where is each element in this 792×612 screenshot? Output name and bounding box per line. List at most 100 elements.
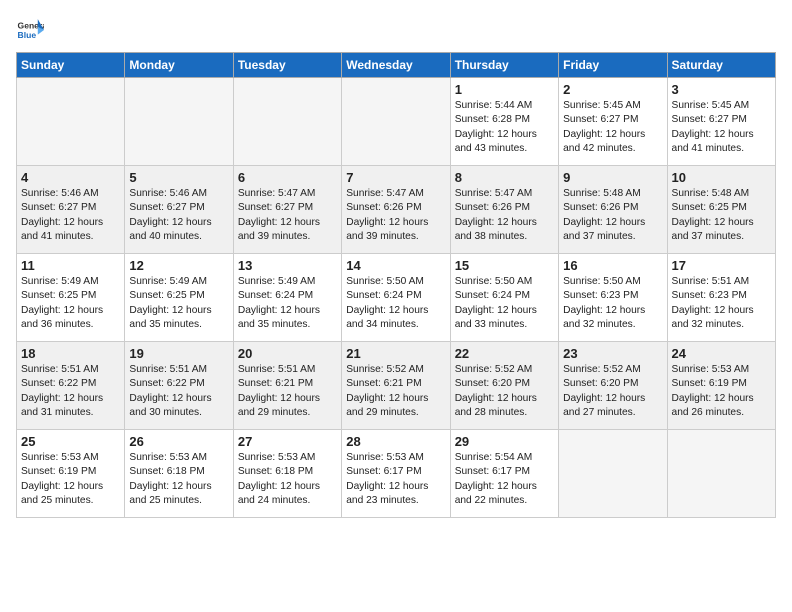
day-info-line: Sunset: 6:18 PM (238, 465, 337, 479)
header-cell-tuesday: Tuesday (233, 53, 341, 78)
day-info-line: Daylight: 12 hours (346, 304, 445, 318)
day-info-line: Sunset: 6:18 PM (129, 465, 228, 479)
day-number: 29 (455, 434, 554, 449)
day-info-line: and 28 minutes. (455, 406, 554, 420)
day-number: 3 (672, 82, 771, 97)
day-info-line: Sunset: 6:28 PM (455, 113, 554, 127)
day-number: 12 (129, 258, 228, 273)
calendar-cell (17, 78, 125, 166)
calendar-cell: 20Sunrise: 5:51 AMSunset: 6:21 PMDayligh… (233, 342, 341, 430)
day-info-line: and 35 minutes. (238, 318, 337, 332)
day-info-line: and 35 minutes. (129, 318, 228, 332)
calendar-cell: 13Sunrise: 5:49 AMSunset: 6:24 PMDayligh… (233, 254, 341, 342)
day-info-line: Sunrise: 5:53 AM (672, 363, 771, 377)
day-info-line: Sunrise: 5:54 AM (455, 451, 554, 465)
day-info-line: and 24 minutes. (238, 494, 337, 508)
day-info-line: Sunset: 6:27 PM (238, 201, 337, 215)
day-number: 7 (346, 170, 445, 185)
day-info-line: Daylight: 12 hours (129, 216, 228, 230)
day-info-line: Sunrise: 5:49 AM (129, 275, 228, 289)
calendar-cell: 14Sunrise: 5:50 AMSunset: 6:24 PMDayligh… (342, 254, 450, 342)
day-info-line: Daylight: 12 hours (238, 216, 337, 230)
day-info-line: Sunrise: 5:50 AM (455, 275, 554, 289)
calendar-cell: 16Sunrise: 5:50 AMSunset: 6:23 PMDayligh… (559, 254, 667, 342)
calendar-cell: 18Sunrise: 5:51 AMSunset: 6:22 PMDayligh… (17, 342, 125, 430)
day-number: 28 (346, 434, 445, 449)
calendar-cell (667, 430, 775, 518)
day-info-line: and 41 minutes. (672, 142, 771, 156)
day-info-line: Daylight: 12 hours (672, 216, 771, 230)
day-info-line: Daylight: 12 hours (455, 392, 554, 406)
day-info-line: Sunset: 6:25 PM (672, 201, 771, 215)
calendar-cell: 1Sunrise: 5:44 AMSunset: 6:28 PMDaylight… (450, 78, 558, 166)
day-info-line: Sunrise: 5:49 AM (238, 275, 337, 289)
day-info-line: Sunrise: 5:45 AM (563, 99, 662, 113)
day-info-line: and 43 minutes. (455, 142, 554, 156)
day-info-line: Sunset: 6:27 PM (21, 201, 120, 215)
logo-icon: General Blue (16, 16, 44, 44)
day-info-line: Sunrise: 5:53 AM (21, 451, 120, 465)
day-info-line: and 31 minutes. (21, 406, 120, 420)
day-info-line: Daylight: 12 hours (563, 304, 662, 318)
day-number: 5 (129, 170, 228, 185)
day-info-line: Daylight: 12 hours (563, 216, 662, 230)
day-info-line: Sunset: 6:23 PM (563, 289, 662, 303)
calendar-cell: 11Sunrise: 5:49 AMSunset: 6:25 PMDayligh… (17, 254, 125, 342)
day-info-line: Sunset: 6:24 PM (455, 289, 554, 303)
day-info-line: Sunset: 6:19 PM (21, 465, 120, 479)
day-info-line: Daylight: 12 hours (346, 216, 445, 230)
day-info-line: Daylight: 12 hours (238, 392, 337, 406)
day-info-line: Sunrise: 5:47 AM (455, 187, 554, 201)
day-info-line: Daylight: 12 hours (672, 128, 771, 142)
week-row-0: 1Sunrise: 5:44 AMSunset: 6:28 PMDaylight… (17, 78, 776, 166)
day-info-line: Sunset: 6:27 PM (563, 113, 662, 127)
day-number: 13 (238, 258, 337, 273)
header-cell-sunday: Sunday (17, 53, 125, 78)
day-number: 15 (455, 258, 554, 273)
day-info-line: Sunrise: 5:49 AM (21, 275, 120, 289)
day-info-line: Daylight: 12 hours (21, 480, 120, 494)
day-info-line: Sunrise: 5:46 AM (129, 187, 228, 201)
day-info-line: Sunset: 6:19 PM (672, 377, 771, 391)
day-info-line: Sunset: 6:20 PM (563, 377, 662, 391)
day-info-line: and 32 minutes. (563, 318, 662, 332)
day-info-line: Daylight: 12 hours (455, 128, 554, 142)
calendar-cell (342, 78, 450, 166)
day-info-line: and 29 minutes. (238, 406, 337, 420)
day-info-line: Daylight: 12 hours (238, 304, 337, 318)
day-info-line: Sunrise: 5:48 AM (672, 187, 771, 201)
day-info-line: Daylight: 12 hours (455, 480, 554, 494)
day-info-line: and 25 minutes. (129, 494, 228, 508)
calendar-cell (125, 78, 233, 166)
day-info-line: Sunset: 6:26 PM (455, 201, 554, 215)
day-info-line: Sunset: 6:26 PM (346, 201, 445, 215)
day-info-line: Daylight: 12 hours (672, 304, 771, 318)
week-row-3: 18Sunrise: 5:51 AMSunset: 6:22 PMDayligh… (17, 342, 776, 430)
day-info-line: Sunset: 6:26 PM (563, 201, 662, 215)
day-info-line: Sunset: 6:17 PM (346, 465, 445, 479)
day-info-line: Sunrise: 5:53 AM (346, 451, 445, 465)
day-info-line: and 26 minutes. (672, 406, 771, 420)
day-number: 10 (672, 170, 771, 185)
header-cell-thursday: Thursday (450, 53, 558, 78)
calendar-cell: 4Sunrise: 5:46 AMSunset: 6:27 PMDaylight… (17, 166, 125, 254)
day-number: 4 (21, 170, 120, 185)
day-info-line: Sunset: 6:22 PM (21, 377, 120, 391)
day-number: 19 (129, 346, 228, 361)
calendar-cell: 29Sunrise: 5:54 AMSunset: 6:17 PMDayligh… (450, 430, 558, 518)
calendar-cell: 22Sunrise: 5:52 AMSunset: 6:20 PMDayligh… (450, 342, 558, 430)
day-info-line: Sunrise: 5:47 AM (346, 187, 445, 201)
calendar-cell (233, 78, 341, 166)
day-number: 2 (563, 82, 662, 97)
calendar-cell: 2Sunrise: 5:45 AMSunset: 6:27 PMDaylight… (559, 78, 667, 166)
calendar-cell: 27Sunrise: 5:53 AMSunset: 6:18 PMDayligh… (233, 430, 341, 518)
calendar-cell: 21Sunrise: 5:52 AMSunset: 6:21 PMDayligh… (342, 342, 450, 430)
day-info-line: Daylight: 12 hours (563, 392, 662, 406)
calendar-body: 1Sunrise: 5:44 AMSunset: 6:28 PMDaylight… (17, 78, 776, 518)
day-info-line: and 34 minutes. (346, 318, 445, 332)
week-row-2: 11Sunrise: 5:49 AMSunset: 6:25 PMDayligh… (17, 254, 776, 342)
day-number: 23 (563, 346, 662, 361)
day-number: 6 (238, 170, 337, 185)
calendar-cell: 9Sunrise: 5:48 AMSunset: 6:26 PMDaylight… (559, 166, 667, 254)
day-info-line: Sunrise: 5:46 AM (21, 187, 120, 201)
